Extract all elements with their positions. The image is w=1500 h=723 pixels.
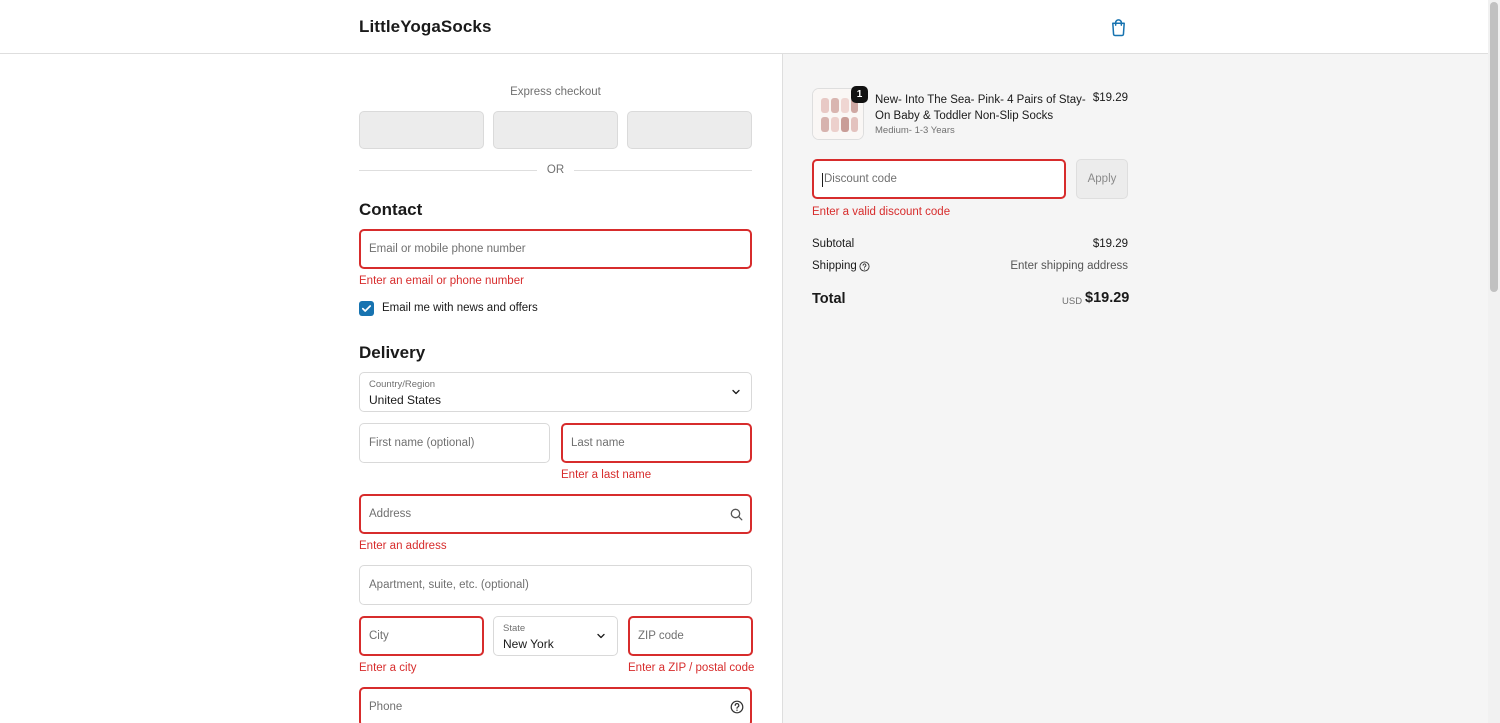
apartment-field[interactable]: Apartment, suite, etc. (optional) [359,565,752,605]
checkmark-icon [361,305,372,312]
total-value: $19.29 [1085,290,1130,306]
product-variant: Medium- 1-3 Years [875,125,955,136]
country-label: Country/Region [369,379,436,390]
product-name: New- Into The Sea- Pink- 4 Pairs of Stay… [875,94,1086,122]
express-pay-button-3[interactable] [627,111,752,149]
scrollbar-thumb[interactable] [1490,2,1498,292]
shipping-label: Shipping [812,260,857,272]
shopping-bag-icon[interactable] [1109,17,1128,37]
total-label: Total [812,291,846,307]
country-value: United States [369,393,442,407]
help-circle-icon[interactable] [730,700,744,714]
express-checkout-label: Express checkout [510,86,601,98]
search-icon [730,508,743,521]
address-error: Enter an address [359,540,447,552]
shipping-value: Enter shipping address [1010,260,1128,272]
subtotal-value: $19.29 [1092,238,1128,250]
first-name-placeholder: First name (optional) [369,437,475,449]
country-select[interactable]: Country/Region United States [359,372,752,412]
order-summary-panel [782,54,1488,723]
checkout-header: LittleYogaSocks [0,0,1488,54]
apply-discount-button[interactable]: Apply [1076,159,1128,199]
zip-error: Enter a ZIP / postal code [628,662,755,674]
address-placeholder: Address [369,508,412,520]
last-name-error: Enter a last name [561,469,652,481]
address-field[interactable]: Address [359,494,752,534]
state-select[interactable]: State New York [493,616,618,656]
discount-error: Enter a valid discount code [812,206,951,218]
item-quantity-badge: 1 [851,86,868,103]
state-value: New York [503,637,554,651]
last-name-placeholder: Last name [571,437,625,449]
discount-code-field[interactable]: Discount code [812,159,1066,199]
delivery-heading: Delivery [359,343,426,362]
city-field[interactable]: City [359,616,484,656]
discount-placeholder: Discount code [824,173,897,185]
city-error: Enter a city [359,662,417,674]
subtotal-label: Subtotal [812,238,855,250]
currency-code: USD [1062,296,1083,307]
phone-field[interactable]: Phone [359,687,752,723]
store-logo[interactable]: LittleYogaSocks [359,17,492,37]
first-name-field[interactable]: First name (optional) [359,423,550,463]
shipping-help-icon[interactable] [859,261,870,272]
contact-heading: Contact [359,200,423,219]
city-placeholder: City [369,630,389,642]
express-pay-button-1[interactable] [359,111,484,149]
text-cursor [822,173,823,187]
or-divider-text: OR [546,164,565,176]
newsletter-checkbox[interactable] [359,301,374,316]
divider-left [359,170,537,171]
zip-placeholder: ZIP code [638,630,684,642]
last-name-field[interactable]: Last name [561,423,752,463]
product-price: $19.29 [1092,92,1128,104]
chevron-down-icon [597,633,605,639]
page-scrollbar[interactable] [1488,0,1500,723]
email-error: Enter an email or phone number [359,275,524,287]
divider-right [574,170,752,171]
newsletter-label[interactable]: Email me with news and offers [382,302,538,314]
express-pay-button-2[interactable] [493,111,618,149]
state-label: State [503,623,526,634]
apartment-placeholder: Apartment, suite, etc. (optional) [369,579,529,591]
email-placeholder: Email or mobile phone number [369,243,526,255]
email-field[interactable]: Email or mobile phone number [359,229,752,269]
zip-field[interactable]: ZIP code [628,616,753,656]
chevron-down-icon [732,389,740,395]
phone-placeholder: Phone [369,701,403,713]
